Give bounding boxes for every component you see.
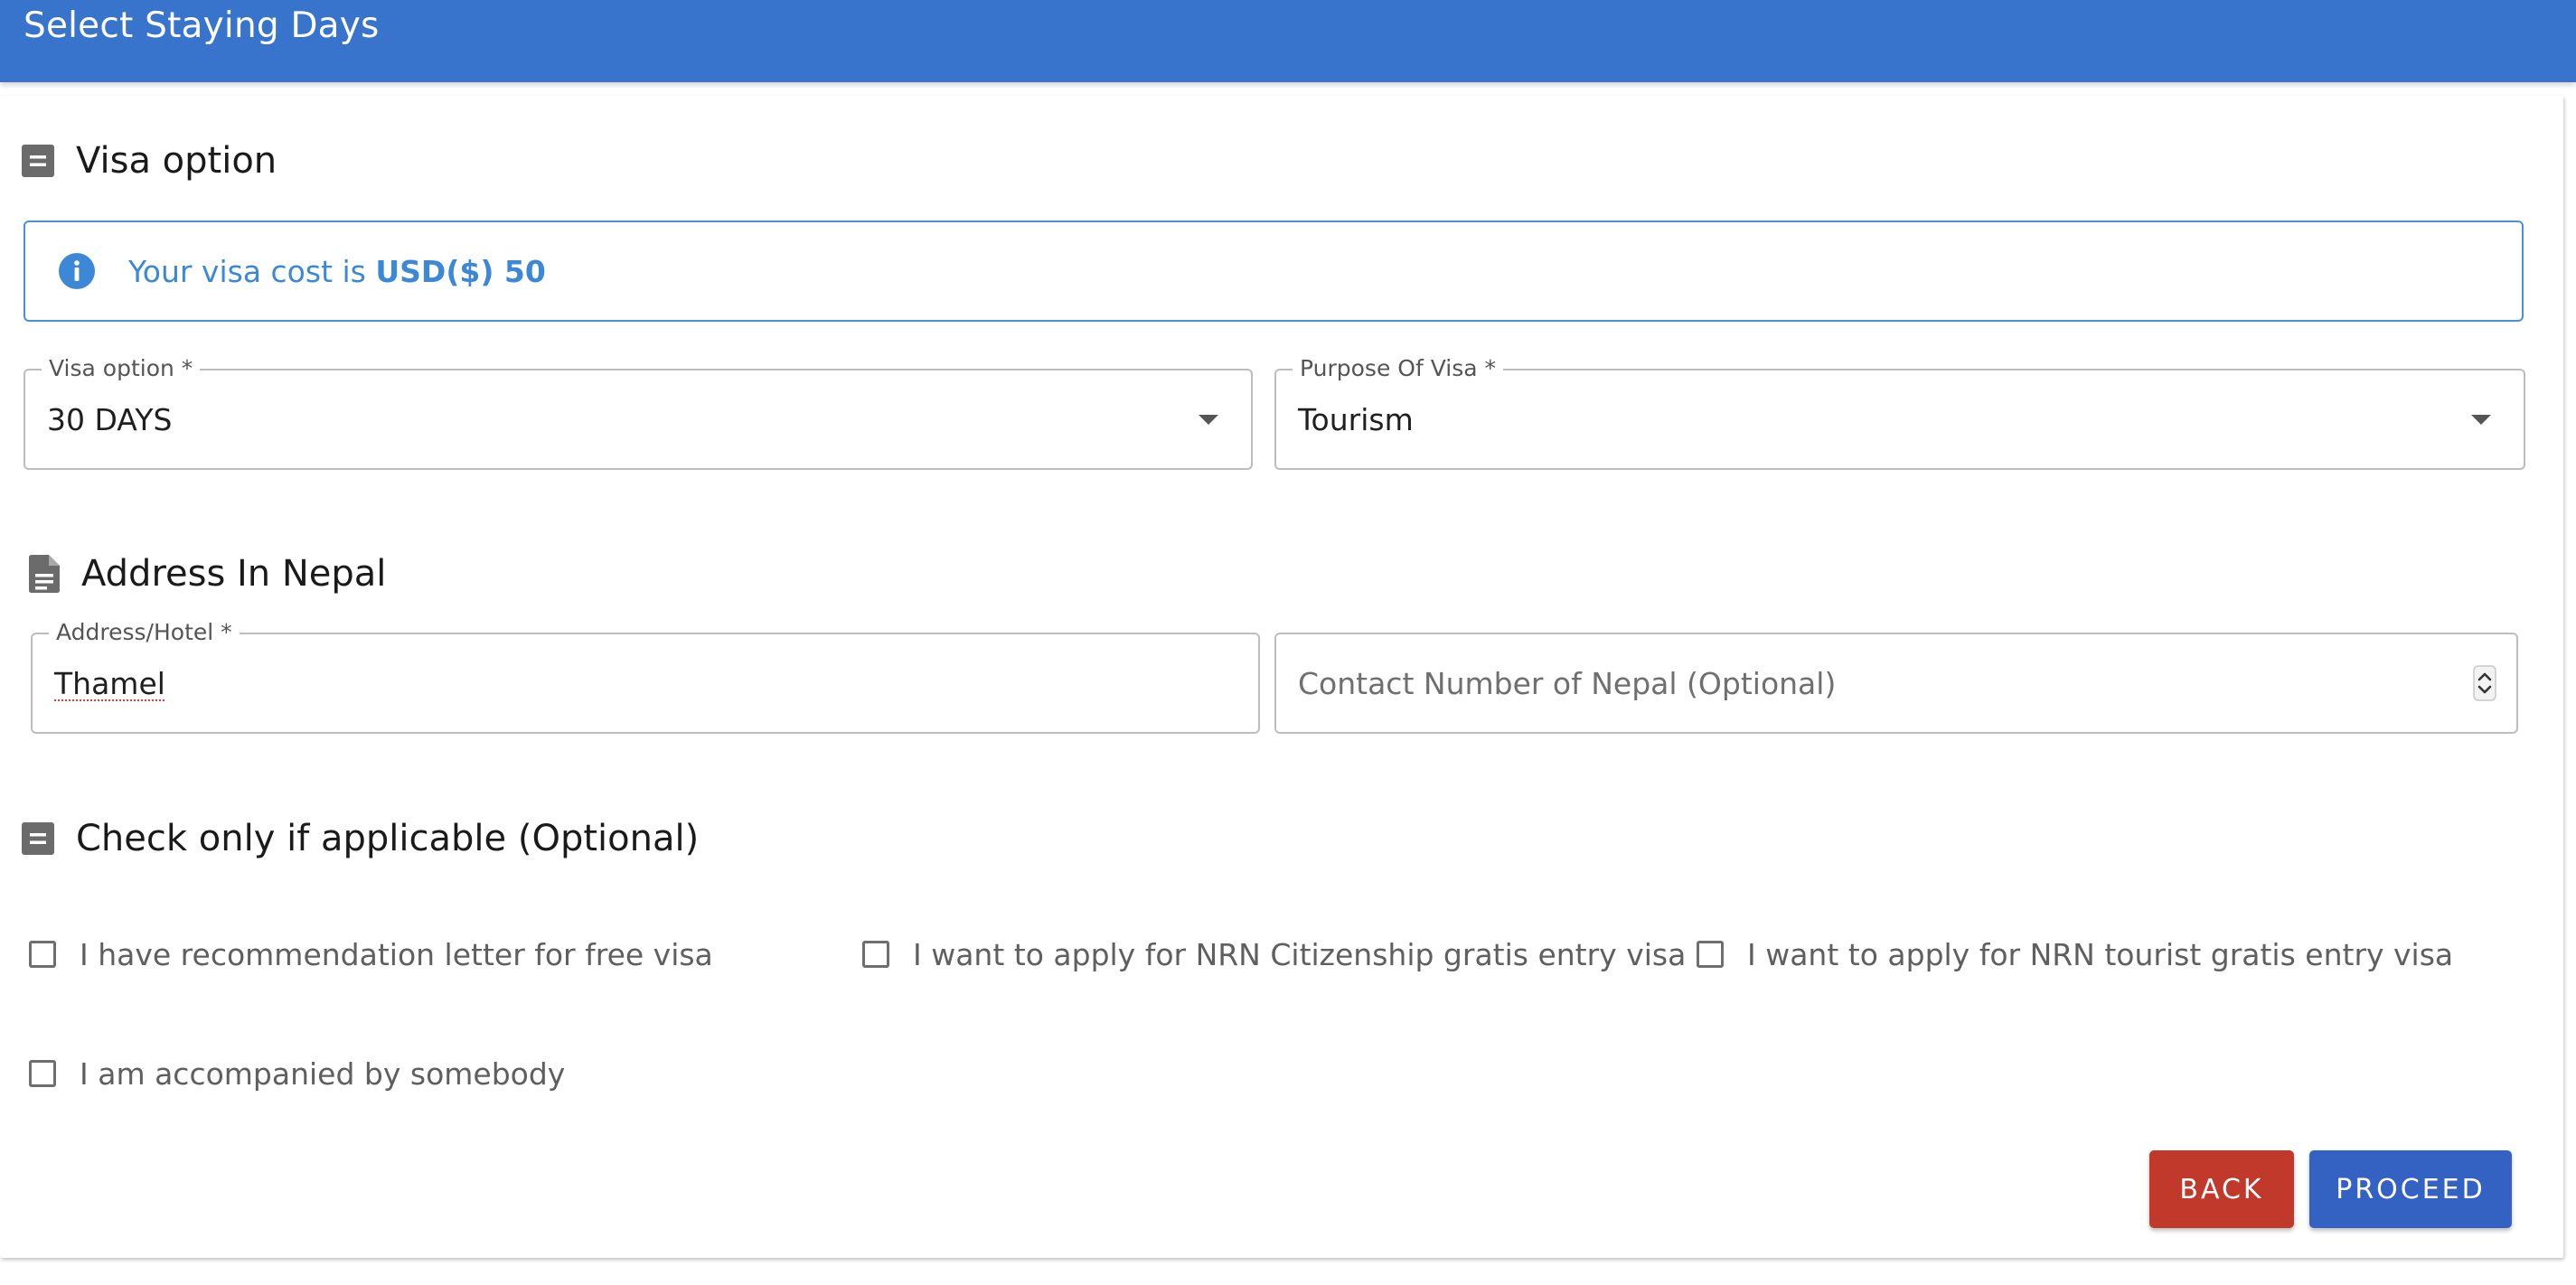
checkbox-box[interactable] [1697,941,1724,968]
back-button[interactable]: Back [2149,1150,2294,1228]
chevron-down-icon[interactable] [1199,412,1218,429]
chevron-down-icon[interactable] [2471,412,2491,429]
visa-option-value: 30 DAYS [47,401,173,437]
visa-section-title: Visa option [76,140,277,182]
checkbox-box[interactable] [29,1060,56,1087]
purpose-of-visa-select[interactable]: Purpose Of Visa * Tourism [1274,355,2525,470]
checks-section-heading: Check only if applicable (Optional) [22,813,699,864]
checkbox-label: I want to apply for NRN Citizenship grat… [913,936,1687,972]
visa-cost-text: Your visa cost is USD($) 50 [128,254,546,289]
app-root: Select Staying Days Visa option Your vis… [0,0,2576,1285]
number-stepper-icon[interactable] [2473,665,2496,705]
document-icon [29,555,60,593]
contact-number-input[interactable]: Contact Number of Nepal (Optional) [1274,633,2518,734]
nrn-tourist-checkbox[interactable]: I want to apply for NRN tourist gratis e… [1697,936,2453,972]
address-section-title: Address In Nepal [81,553,387,595]
info-icon [58,252,96,290]
page-title: Select Staying Days [24,5,380,46]
checks-section-title: Check only if applicable (Optional) [76,818,700,859]
visa-option-select[interactable]: Visa option * 30 DAYS [24,355,1253,470]
checkbox-label: I am accompanied by somebody [80,1055,566,1092]
visa-cost-alert: Your visa cost is USD($) 50 [24,220,2524,322]
address-hotel-input[interactable]: Address/Hotel * Thamel [31,619,1260,734]
purpose-of-visa-value: Tourism [1298,401,1414,437]
checkbox-box[interactable] [29,941,56,968]
page-header: Select Staying Days [0,0,2576,82]
address-section-heading: Address In Nepal [29,549,386,599]
proceed-button[interactable]: Proceed [2309,1150,2512,1228]
visa-cost-amount: USD($) 50 [375,253,546,289]
recommendation-letter-checkbox[interactable]: I have recommendation letter for free vi… [29,936,713,972]
list-icon [22,822,54,855]
checkbox-label: I have recommendation letter for free vi… [80,936,713,972]
list-icon [22,145,54,177]
checkbox-label: I want to apply for NRN tourist gratis e… [1747,936,2454,972]
contact-number-placeholder: Contact Number of Nepal (Optional) [1298,665,1837,701]
nrn-citizenship-checkbox[interactable]: I want to apply for NRN Citizenship grat… [862,936,1686,972]
address-hotel-value[interactable]: Thamel [54,634,165,732]
visa-cost-prefix: Your visa cost is [128,253,366,289]
visa-section-heading: Visa option [22,137,277,184]
accompanied-checkbox[interactable]: I am accompanied by somebody [29,1055,565,1092]
checkbox-box[interactable] [862,941,889,968]
